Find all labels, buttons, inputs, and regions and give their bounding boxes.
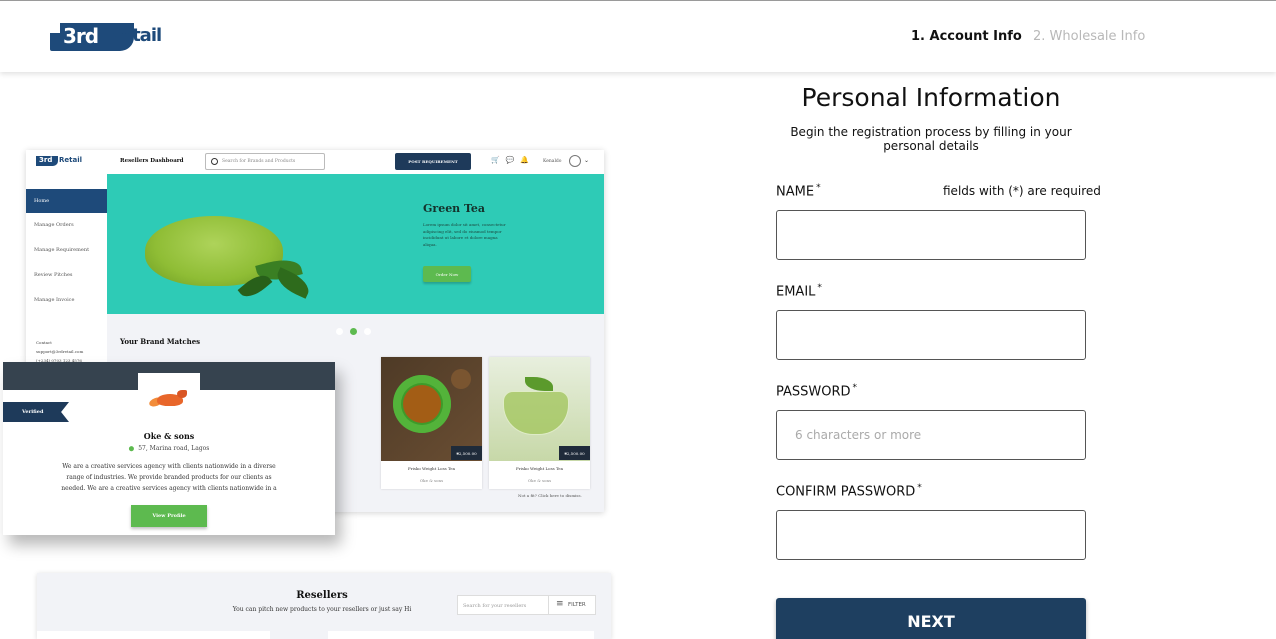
email-input[interactable] [776,310,1086,360]
vendor-description: We are a creative services agency with c… [61,463,277,492]
preview-logo: 3rd Retail [36,156,82,166]
preview-contact: Contact support@3rdretail.com (+234) 070… [36,338,83,365]
password-label-text: PASSWORD [776,384,851,400]
resellers-filter: FILTER [548,595,596,615]
preview-carousel-dots [336,320,378,339]
preview-user-name: Kenaldo [543,159,562,164]
preview-banner-title: Green Tea [423,202,486,215]
preview-nav-home: Home [26,189,107,213]
resellers-search: Search for your resellers [457,595,549,615]
preview-dashboard-title: Resellers Dashboard [120,158,184,164]
preview-logo-word: Retail [59,156,83,164]
carousel-dot [336,328,343,335]
required-asterisk: * [816,183,821,193]
logo-word: Retail [108,25,162,46]
preview-nav-manage-requirement: Manage Requirement [34,247,90,253]
preview-order-button: Order Now [423,266,471,282]
product-price: ₦2,500.00 [451,446,482,460]
product-name: Frisko Weight Loss Tea [407,466,456,471]
carousel-dot-active [350,328,357,335]
preview-header: Resellers Dashboard Search for Brands an… [107,150,604,174]
product-brand: Oke & sons [527,478,552,483]
preview-search: Search for Brands and Products [205,153,325,170]
brand-logo[interactable]: 3rd Retail [50,23,162,51]
required-asterisk: * [852,383,858,393]
preview-banner-body: Lorem ipsum dolor sit amet, consectetur … [423,222,506,247]
confirm-password-label: CONFIRM PASSWORD * [776,483,922,499]
password-input[interactable] [776,410,1086,460]
preview-contact-title: Contact [36,340,52,345]
name-label: NAME * [776,183,821,199]
preview-avatar-icon [569,155,581,167]
email-label-text: EMAIL [776,284,816,300]
preview-product-card: ₦2,500.00 Frisko Weight Loss Tea Oke & s… [489,357,590,489]
reseller-row [328,631,594,639]
product-name: Frisko Weight Loss Tea [515,466,564,471]
preview-banner: Green Tea Lorem ipsum dolor sit amet, co… [107,174,604,314]
carousel-dot [364,328,371,335]
logo-number: 3rd [63,24,99,48]
required-note: fields with (*) are required [943,184,1101,198]
page-subtitle: Begin the registration process by fillin… [790,125,1072,153]
top-navbar: 3rd Retail 1. Account Info 2. Wholesale … [0,0,1276,72]
name-input[interactable] [776,210,1086,260]
preview-product-card: ₦2,500.00 Frisko Weight Loss Tea Oke & s… [381,357,482,489]
preview-nav-manage-invoice: Manage Invoice [34,297,75,303]
view-profile-button: View Profile [131,505,207,527]
verified-badge: Verified [3,402,69,422]
preview-logo-number: 3rd [39,156,53,164]
product-brand: Oke & sons [419,478,444,483]
preview-header-icons: 🛒💬🔔 [491,156,536,164]
next-button[interactable]: NEXT [776,598,1086,639]
name-label-text: NAME [776,184,815,200]
password-label: PASSWORD * [776,383,857,399]
page-title: Personal Information [801,83,1061,112]
resellers-preview: Resellers You can pitch new products to … [37,573,611,639]
step-account-info[interactable]: 1. Account Info [911,29,1022,44]
preview-dismiss-text: Not a fit? Click here to dismiss. [518,493,582,498]
preview-chevron-down-icon: ⌄ [584,157,590,164]
product-price: ₦2,500.00 [559,446,590,460]
vendor-name: Oke & sons [143,431,195,441]
confirm-password-label-text: CONFIRM PASSWORD [776,484,916,500]
preview-brand-matches-title: Your Brand Matches [120,337,201,346]
required-asterisk: * [917,483,922,493]
preview-nav-review-pitches: Review Pitches [34,272,73,278]
confirm-password-input[interactable] [776,510,1086,560]
preview-post-button: POST REQUIREMENT [395,153,471,170]
required-asterisk: * [817,283,822,293]
preview-contact-email: support@3rdretail.com [36,349,84,354]
step-wholesale-info[interactable]: 2. Wholesale Info [1033,29,1145,44]
reseller-row [37,631,270,639]
vendor-address: 57, Marina road, Lagos [3,445,335,452]
fox-logo-icon [148,390,189,409]
preview-nav-manage-orders: Manage Orders [34,222,74,228]
email-label: EMAIL * [776,283,822,299]
vendor-profile-card: Verified Oke & sons 57, Marina road, Lag… [3,362,335,535]
